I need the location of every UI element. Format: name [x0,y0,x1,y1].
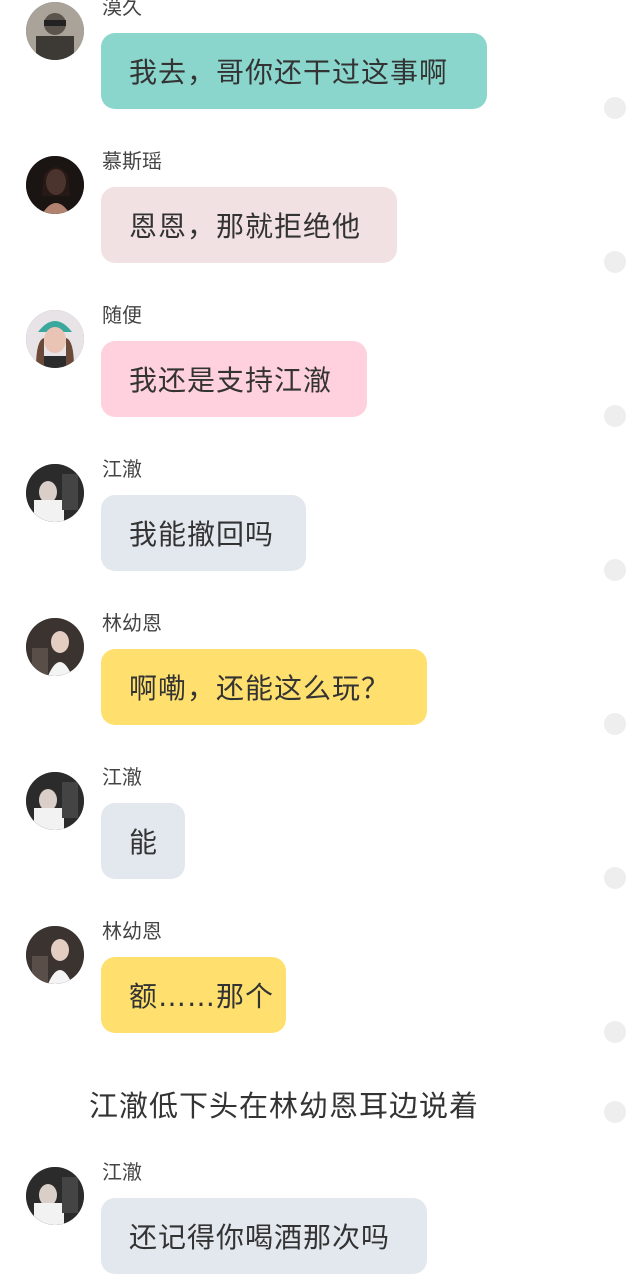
message-bubble[interactable]: 啊嘞，还能这么玩？ [101,649,427,725]
status-dot [604,559,626,581]
sender-name: 慕斯瑶 [102,149,162,173]
sender-name: 漠久 [102,0,142,19]
status-dot [604,405,626,427]
status-dot [604,1101,626,1123]
message-text: 恩恩，那就拒绝他 [129,210,362,243]
avatar[interactable] [26,926,84,984]
message-text: 还记得你喝酒那次吗 [129,1221,391,1254]
message-text: 能 [129,826,159,859]
message-text: 额……那个 [129,980,275,1013]
sender-name: 江澈 [102,1160,142,1184]
message-bubble[interactable]: 恩恩，那就拒绝他 [101,187,397,263]
status-dot [604,251,626,273]
status-dot [604,867,626,889]
sender-name: 林幼恩 [102,611,162,635]
message-text: 我去，哥你还干过这事啊 [129,56,449,89]
message-text: 我还是支持江澈 [129,364,333,397]
user-avatar-icon [26,310,84,368]
user-avatar-icon [26,926,84,984]
sender-name: 江澈 [102,457,142,481]
sender-name: 随便 [102,303,142,327]
message-bubble[interactable]: 能 [101,803,185,879]
message-bubble[interactable]: 我去，哥你还干过这事啊 [101,33,487,109]
avatar[interactable] [26,618,84,676]
status-dot [604,713,626,735]
message-bubble[interactable]: 我能撤回吗 [101,495,306,571]
message-bubble[interactable]: 额……那个 [101,957,286,1033]
user-avatar-icon [26,2,84,60]
sender-name: 林幼恩 [102,919,162,943]
avatar[interactable] [26,1167,84,1225]
message-text: 啊嘞，还能这么玩？ [129,672,391,705]
message-bubble[interactable]: 我还是支持江澈 [101,341,367,417]
status-dot [604,1021,626,1043]
sender-name: 江澈 [102,765,142,789]
user-avatar-icon [26,1167,84,1225]
user-avatar-icon [26,772,84,830]
avatar[interactable] [26,772,84,830]
status-dot [604,97,626,119]
message-bubble[interactable]: 还记得你喝酒那次吗 [101,1198,427,1274]
avatar[interactable] [26,2,84,60]
user-avatar-icon [26,156,84,214]
message-text: 我能撤回吗 [129,518,275,551]
avatar[interactable] [26,464,84,522]
avatar[interactable] [26,310,84,368]
narration-text: 江澈低下头在林幼恩耳边说着 [89,1089,480,1123]
user-avatar-icon [26,618,84,676]
avatar[interactable] [26,156,84,214]
user-avatar-icon [26,464,84,522]
